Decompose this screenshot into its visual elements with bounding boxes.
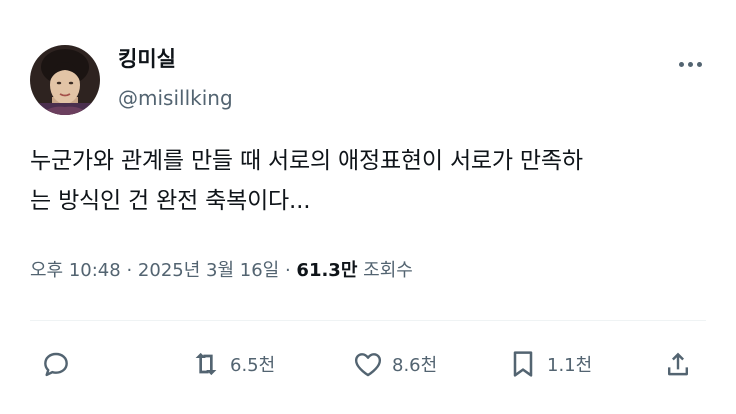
retweet-icon: [195, 352, 217, 376]
tweet-text-line: 누군가와 관계를 만들 때 서로의 애정표현이 서로가 만족하: [30, 148, 583, 174]
bookmark-button[interactable]: 1.1천: [507, 346, 592, 382]
user-handle[interactable]: @misillking: [118, 84, 233, 112]
reply-icon: [44, 352, 68, 377]
bookmark-icon: [513, 351, 533, 377]
display-name[interactable]: 킹미실: [118, 44, 176, 74]
tweet-text-line: 는 방식인 건 완전 축복이다...: [30, 188, 311, 214]
more-icon[interactable]: [672, 52, 708, 76]
retweet-button[interactable]: 6.5천: [190, 346, 275, 382]
tweet-time[interactable]: 오후 10:48: [30, 260, 121, 281]
like-count: 8.6천: [392, 355, 438, 376]
divider: [30, 320, 706, 321]
heart-icon: [354, 353, 382, 377]
views-label: 조회수: [363, 260, 413, 281]
retweet-count: 6.5천: [230, 355, 276, 376]
share-button[interactable]: [662, 346, 694, 382]
avatar[interactable]: [30, 45, 100, 115]
views-count: 61.3만: [296, 260, 358, 281]
tweet-meta: 오후 10:48 · 2025년 3월 16일 · 61.3만 조회수: [30, 256, 413, 286]
tweet-date[interactable]: 2025년 3월 16일: [138, 260, 279, 281]
reply-button[interactable]: [40, 346, 72, 382]
tweet: 킹미실 @misillking 누군가와 관계를 만들 때 서로의 애정표현이 …: [0, 0, 736, 414]
like-button[interactable]: 8.6천: [352, 346, 437, 382]
meta-separator: ·: [126, 260, 133, 281]
bookmark-count: 1.1천: [547, 355, 593, 376]
tweet-text: 누군가와 관계를 만들 때 서로의 애정표현이 서로가 만족하 는 방식인 건 …: [30, 141, 720, 221]
share-icon: [668, 352, 688, 376]
avatar-image: [30, 45, 100, 115]
meta-separator: ·: [284, 260, 291, 281]
